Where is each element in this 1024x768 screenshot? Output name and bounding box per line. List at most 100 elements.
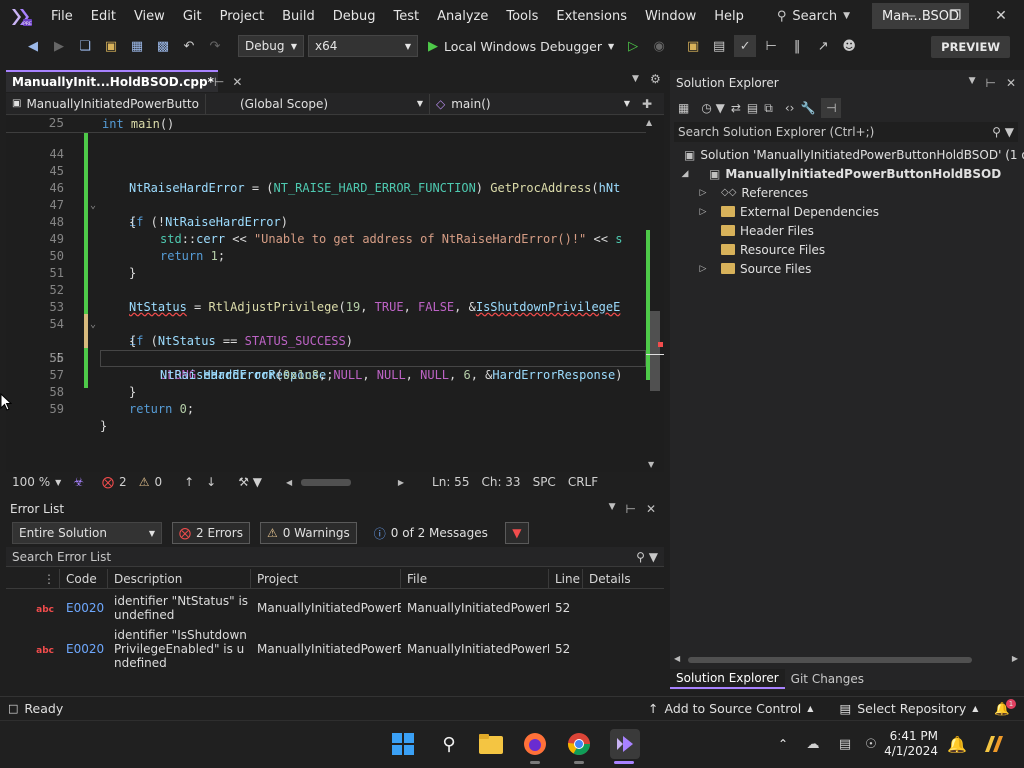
tree-project-node[interactable]: ◢ ▣ ManuallyInitiatedPowerButtonHoldBSOD [680, 164, 1002, 183]
switch-views-icon[interactable]: ▦ [678, 101, 689, 115]
properties-wrench-icon[interactable]: 🔧 [800, 101, 815, 115]
menu-debug[interactable]: Debug [324, 0, 385, 32]
close-icon[interactable]: ✕ [978, 0, 1024, 32]
column-header-code[interactable]: Code [60, 568, 108, 589]
window-position-dropdown-icon[interactable]: ▼ [609, 502, 616, 516]
column-header-icons[interactable]: ⋮ [6, 568, 60, 589]
system-clock[interactable]: 6:41 PM 4/1/2024 [884, 729, 938, 759]
pending-changes-filter-icon[interactable]: ◷ ▼ [701, 101, 725, 115]
column-indicator[interactable]: Ch: 33 [475, 475, 526, 489]
line-ending-indicator[interactable]: CRLF [562, 475, 604, 489]
scope-filter-dropdown[interactable]: Entire Solution ▼ [12, 522, 162, 544]
spell-check-icon[interactable]: ✓ [734, 35, 757, 57]
scroll-up-icon[interactable]: ▲ [646, 118, 652, 127]
code-cleanup-icon[interactable]: ⚒ ▼ [232, 475, 268, 489]
focus-assist-icon[interactable]: ☉ [858, 731, 884, 757]
error-code-link[interactable]: E0020 [60, 642, 108, 656]
scope-dropdown[interactable]: (Global Scope) ▼ [206, 93, 430, 114]
open-folder-icon[interactable]: ▣ [100, 35, 122, 57]
menu-build[interactable]: Build [273, 0, 324, 32]
copilot-preview-icon[interactable] [980, 731, 1006, 757]
search-button[interactable]: ⚲ Search ▼ [769, 9, 858, 24]
navigate-forward-icon[interactable]: ▶ [48, 35, 70, 57]
menu-window[interactable]: Window [636, 0, 705, 32]
notifications-bell-icon[interactable]: 🔔 [944, 731, 970, 757]
close-icon[interactable]: ✕ [1006, 76, 1016, 90]
restore-icon[interactable]: ❐ [932, 0, 978, 32]
solution-explorer-search[interactable]: Search Solution Explorer (Ctrl+;) ⚲ ▼ [674, 122, 1018, 142]
view-code-icon[interactable]: ‹› [785, 101, 795, 115]
window-position-dropdown-icon[interactable]: ▼ [969, 76, 976, 90]
menu-project[interactable]: Project [211, 0, 273, 32]
gear-icon[interactable]: ⚙ [650, 72, 661, 86]
menu-analyze[interactable]: Analyze [428, 0, 497, 32]
add-to-source-control-button[interactable]: ↑ Add to Source Control ▲ [640, 701, 821, 716]
share-icon[interactable]: ↗ [812, 35, 834, 57]
menu-help[interactable]: Help [705, 0, 753, 32]
arrow-down-icon[interactable]: ↓ [200, 475, 222, 489]
output-window-icon[interactable]: □ [8, 702, 18, 715]
collapsed-arrow-icon[interactable]: ▷ [698, 188, 708, 198]
windows-start-icon[interactable] [390, 731, 416, 757]
menu-extensions[interactable]: Extensions [547, 0, 636, 32]
show-hidden-icons-chevron-icon[interactable]: ⌃ [770, 731, 796, 757]
minimize-icon[interactable]: — [886, 0, 932, 32]
feedback-icon[interactable]: ☻ [838, 35, 860, 57]
collapse-all-icon[interactable]: ▤ [747, 101, 758, 115]
collapsed-arrow-icon[interactable]: ▷ [698, 264, 708, 274]
error-count[interactable]: ⨂ 2 [96, 475, 133, 489]
close-icon[interactable]: ✕ [646, 502, 656, 516]
scroll-left-icon[interactable]: ◀ [674, 654, 680, 663]
pin-icon[interactable]: ⊢ [214, 75, 224, 89]
menu-test[interactable]: Test [385, 0, 429, 32]
tree-node-external-dependencies[interactable]: ▷ External Dependencies [698, 202, 879, 221]
menu-file[interactable]: File [42, 0, 82, 32]
tree-node-resource-files[interactable]: Resource Files [698, 240, 825, 259]
collapsed-arrow-icon[interactable]: ▷ [698, 207, 708, 217]
editor-vertical-scrollbar[interactable]: ▲ ▼ [646, 116, 664, 472]
error-list-search[interactable]: Search Error List ⚲ ▼ [6, 547, 664, 567]
firefox-icon[interactable] [522, 731, 548, 757]
undo-icon[interactable]: ↶ [178, 35, 200, 57]
column-header-project[interactable]: Project [251, 568, 401, 589]
indentation-indicator[interactable]: SPC [527, 475, 562, 489]
warnings-filter-toggle[interactable]: ⚠ 0 Warnings [259, 522, 357, 544]
code-editor[interactable]: 25 int main() 44 45 NtRaiseHardError = (… [6, 116, 646, 472]
errors-filter-toggle[interactable]: ⨂ 2 Errors [172, 522, 250, 544]
solution-explorer-horizontal-scrollbar[interactable]: ◀ ▶ [674, 654, 1018, 666]
configuration-dropdown[interactable]: Debug ▼ [238, 35, 304, 57]
search-icon[interactable]: ⚲ ▼ [992, 125, 1014, 139]
navigate-back-icon[interactable]: ◀ [22, 35, 44, 57]
member-dropdown[interactable]: ◇ main() ▼ [430, 94, 636, 114]
chrome-icon[interactable] [566, 731, 592, 757]
expanded-arrow-icon[interactable]: ◢ [680, 169, 690, 179]
horizontal-scroll-thumb[interactable] [301, 478, 352, 486]
visual-studio-taskbar-icon[interactable] [610, 729, 640, 759]
column-header-description[interactable]: Description [108, 568, 251, 589]
zoom-dropdown[interactable]: 100 % ▼ [6, 475, 67, 489]
scroll-right-icon[interactable]: ▶ [398, 478, 404, 487]
start-debugging-button[interactable]: ▶ Local Windows Debugger ▼ [428, 39, 614, 54]
menu-git[interactable]: Git [174, 0, 211, 32]
search-icon[interactable]: ⚲ ▼ [636, 550, 658, 564]
table-row[interactable]: abc E0020 identifier "NtStatus" is undef… [6, 589, 664, 627]
save-all-icon[interactable]: ▩ [152, 35, 174, 57]
tab-list-dropdown-icon[interactable]: ▼ [632, 74, 639, 84]
save-icon[interactable]: ▦ [126, 35, 148, 57]
scroll-right-icon[interactable]: ▶ [1012, 654, 1018, 663]
copilot-icon[interactable]: ☣ [67, 475, 90, 489]
columns-icon[interactable]: ‖ [786, 35, 808, 57]
tree-node-source-files[interactable]: ▷ Source Files [698, 259, 812, 278]
menu-view[interactable]: View [125, 0, 174, 32]
breakpoint-tools-icon[interactable]: ⊢ [760, 35, 782, 57]
menu-tools[interactable]: Tools [497, 0, 547, 32]
column-header-line[interactable]: Line [549, 568, 583, 589]
network-offline-icon[interactable]: ☁ [800, 731, 826, 757]
split-editor-icon[interactable]: ✚ [642, 97, 652, 111]
editor-tab-active[interactable]: ManuallyInit...HoldBSOD.cpp* ⊢ ✕ [6, 70, 242, 92]
notifications-bell-icon[interactable]: 🔔 1 [986, 698, 1018, 717]
arrow-up-icon[interactable]: ↑ [178, 475, 200, 489]
horizontal-scroll-thumb[interactable] [688, 657, 972, 663]
editor-horizontal-scrollbar[interactable]: ◀ ▶ [280, 478, 410, 487]
search-icon[interactable]: ⚲ [436, 731, 462, 757]
